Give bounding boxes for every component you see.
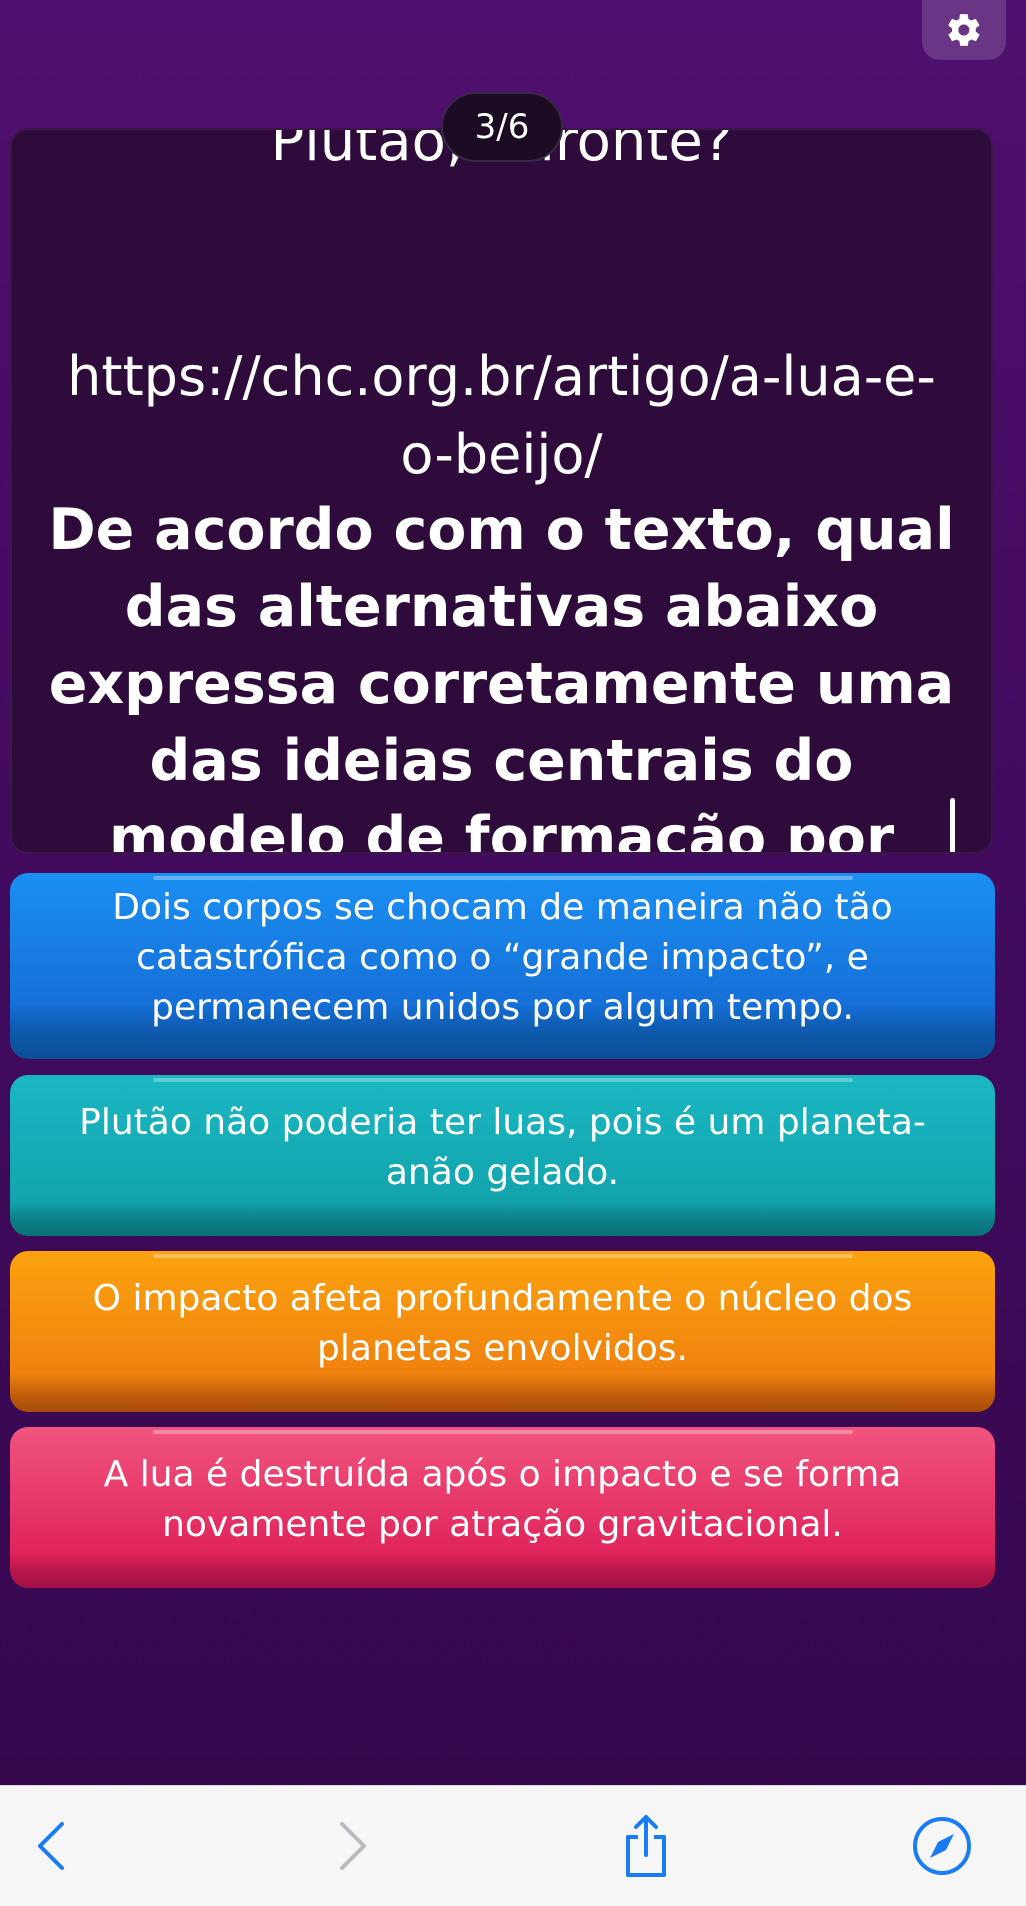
share-button[interactable] (606, 1806, 686, 1886)
compass-icon (913, 1817, 971, 1875)
back-icon (38, 1822, 64, 1870)
question-prompt: De acordo com o texto, qual das alternat… (48, 497, 955, 854)
answer-option-text: A lua é destruída após o impacto e se fo… (103, 1453, 902, 1545)
forward-icon (340, 1822, 366, 1870)
option-highlight (152, 1254, 853, 1258)
answer-option-1[interactable]: Dois corpos se chocam de maneira não tão… (10, 873, 995, 1059)
share-icon (626, 1815, 666, 1877)
safari-button[interactable] (902, 1806, 982, 1886)
question-counter: 3/6 (441, 92, 563, 162)
question-scroll-area[interactable]: Plutão, Caronte? https://chc.org.br/arti… (12, 130, 991, 852)
answer-option-text: O impacto afeta profundamente o núcleo d… (92, 1277, 913, 1369)
question-link[interactable]: https://chc.org.br/artigo/a-lua-e-o-beij… (52, 338, 951, 494)
question-card[interactable]: Plutão, Caronte? https://chc.org.br/arti… (10, 128, 993, 854)
answer-option-3[interactable]: O impacto afeta profundamente o núcleo d… (10, 1251, 995, 1412)
option-highlight (152, 1430, 853, 1434)
forward-button[interactable] (312, 1806, 392, 1886)
option-highlight (152, 1078, 853, 1082)
answer-option-text: Dois corpos se chocam de maneira não tão… (112, 887, 893, 1028)
answer-option-text: Plutão não poderia ter luas, pois é um p… (79, 1101, 926, 1193)
settings-button[interactable] (922, 0, 1006, 60)
option-highlight (152, 876, 853, 880)
gear-icon (948, 14, 980, 46)
scrollbar-thumb[interactable] (950, 798, 955, 852)
back-button[interactable] (12, 1806, 92, 1886)
browser-toolbar (0, 1785, 1026, 1906)
answer-option-4[interactable]: A lua é destruída após o impacto e se fo… (10, 1427, 995, 1588)
answer-option-2[interactable]: Plutão não poderia ter luas, pois é um p… (10, 1075, 995, 1236)
